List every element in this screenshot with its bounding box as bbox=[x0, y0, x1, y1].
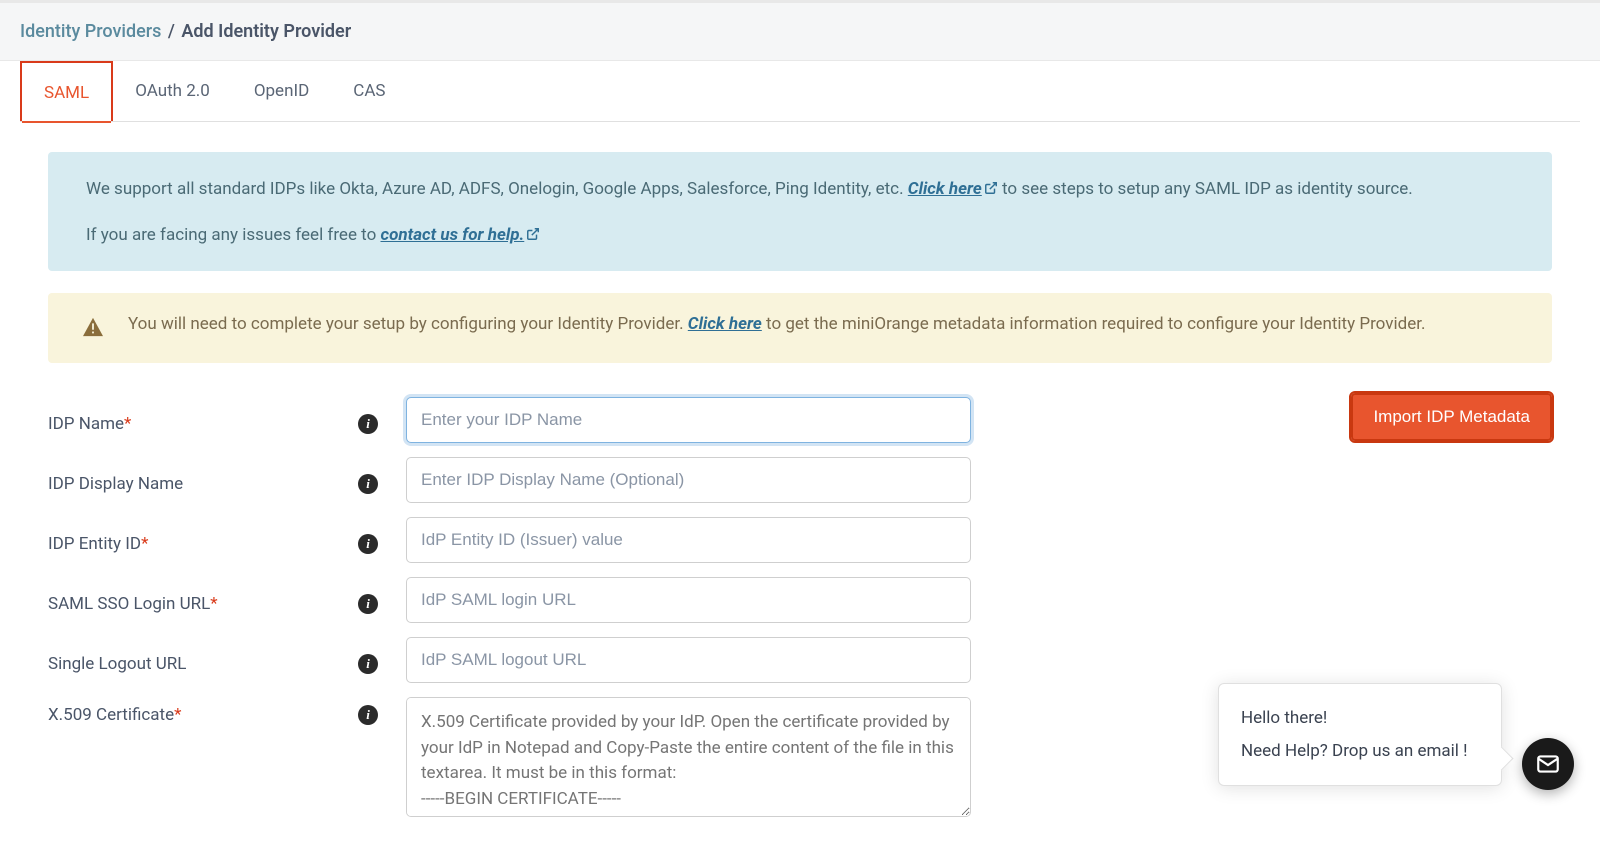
x509-cert-textarea[interactable] bbox=[406, 697, 971, 817]
x509-cert-label: X.509 Certificate* bbox=[48, 697, 358, 725]
info-icon[interactable]: i bbox=[358, 474, 378, 494]
tab-cas[interactable]: CAS bbox=[331, 61, 407, 121]
setup-steps-link[interactable]: Click here bbox=[908, 179, 998, 199]
breadcrumb-separator: / bbox=[168, 21, 175, 42]
tab-openid[interactable]: OpenID bbox=[232, 61, 331, 121]
single-logout-url-input[interactable] bbox=[406, 637, 971, 683]
breadcrumb-current: Add Identity Provider bbox=[181, 21, 351, 42]
warn-text-b: to get the miniOrange metadata informati… bbox=[762, 314, 1426, 334]
info-icon[interactable]: i bbox=[358, 594, 378, 614]
help-line1: Hello there! bbox=[1241, 702, 1479, 734]
idp-display-name-input[interactable] bbox=[406, 457, 971, 503]
idp-display-name-label: IDP Display Name bbox=[48, 466, 358, 494]
warning-alert: You will need to complete your setup by … bbox=[48, 293, 1552, 363]
info-text-2a: If you are facing any issues feel free t… bbox=[86, 225, 381, 245]
info-icon[interactable]: i bbox=[358, 654, 378, 674]
info-icon[interactable]: i bbox=[358, 534, 378, 554]
external-link-icon bbox=[526, 227, 540, 241]
import-metadata-button[interactable]: Import IDP Metadata bbox=[1351, 393, 1552, 441]
help-popup: Hello there! Need Help? Drop us an email… bbox=[1218, 683, 1502, 786]
protocol-tabs: SAML OAuth 2.0 OpenID CAS bbox=[20, 61, 1580, 122]
help-line2: Need Help? Drop us an email ! bbox=[1241, 735, 1479, 767]
metadata-info-link[interactable]: Click here bbox=[688, 314, 762, 334]
idp-entity-id-label: IDP Entity ID* bbox=[48, 526, 358, 554]
warning-icon bbox=[82, 317, 104, 345]
info-icon[interactable]: i bbox=[358, 705, 378, 725]
sso-login-url-label: SAML SSO Login URL* bbox=[48, 586, 358, 614]
idp-name-label: IDP Name* bbox=[48, 406, 358, 434]
tab-oauth[interactable]: OAuth 2.0 bbox=[113, 61, 232, 121]
info-text-1a: We support all standard IDPs like Okta, … bbox=[86, 179, 908, 199]
chat-fab[interactable] bbox=[1522, 738, 1574, 790]
contact-help-link[interactable]: contact us for help. bbox=[381, 225, 541, 245]
breadcrumb: Identity Providers / Add Identity Provid… bbox=[20, 21, 1580, 42]
single-logout-url-label: Single Logout URL bbox=[48, 646, 358, 674]
idp-name-input[interactable] bbox=[406, 397, 971, 443]
idp-entity-id-input[interactable] bbox=[406, 517, 971, 563]
breadcrumb-parent-link[interactable]: Identity Providers bbox=[20, 21, 161, 42]
tab-saml[interactable]: SAML bbox=[20, 61, 113, 121]
mail-icon bbox=[1535, 751, 1561, 777]
external-link-icon bbox=[984, 181, 998, 195]
info-icon[interactable]: i bbox=[358, 414, 378, 434]
sso-login-url-input[interactable] bbox=[406, 577, 971, 623]
warn-text-a: You will need to complete your setup by … bbox=[128, 314, 688, 334]
info-alert: We support all standard IDPs like Okta, … bbox=[48, 152, 1552, 271]
breadcrumb-bar: Identity Providers / Add Identity Provid… bbox=[0, 0, 1600, 61]
info-text-1b: to see steps to setup any SAML IDP as id… bbox=[998, 179, 1413, 199]
